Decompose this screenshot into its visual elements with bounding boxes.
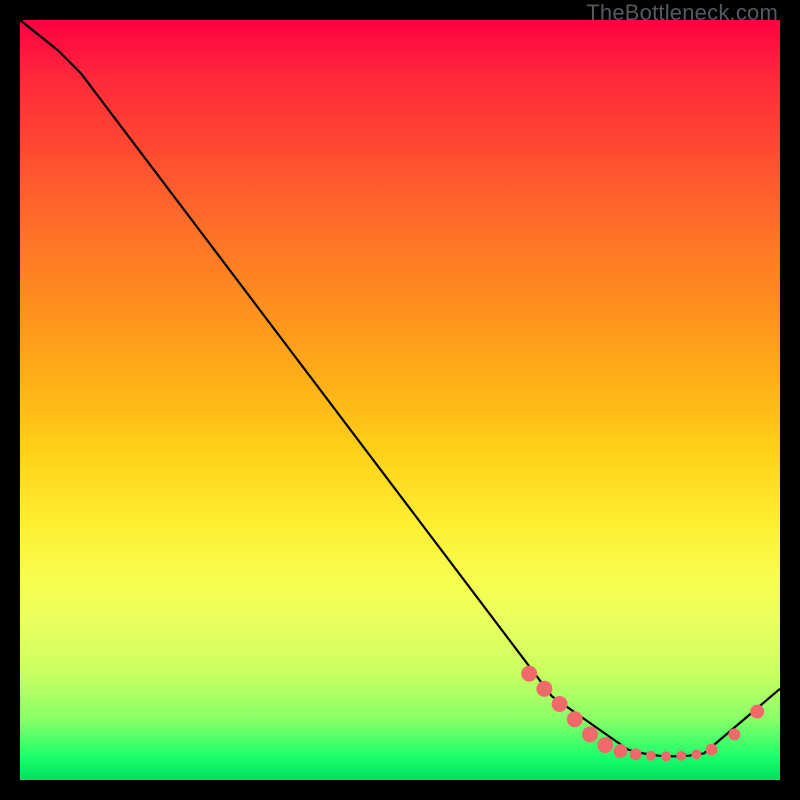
highlight-marker [613, 744, 627, 758]
watermark-label: TheBottleneck.com [586, 0, 778, 26]
highlight-marker [552, 696, 568, 712]
highlight-marker [706, 744, 718, 756]
highlight-marker [582, 726, 598, 742]
highlight-marker [521, 666, 537, 682]
highlight-marker [750, 705, 764, 719]
highlight-marker [676, 751, 686, 761]
chart-frame: TheBottleneck.com [0, 0, 800, 800]
highlight-marker [597, 737, 613, 753]
highlight-marker [728, 728, 740, 740]
highlight-marker [567, 711, 583, 727]
highlight-marker [691, 749, 701, 759]
plot-area [20, 20, 780, 780]
highlight-marker [536, 681, 552, 697]
line-series-curve [20, 20, 780, 756]
bottleneck-curve [20, 20, 780, 780]
highlight-marker [646, 751, 656, 761]
highlight-marker [630, 748, 642, 760]
highlight-marker [661, 751, 671, 761]
